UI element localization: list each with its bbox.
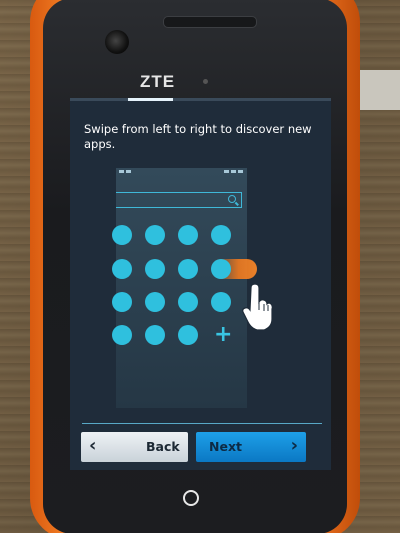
tutorial-instruction: Swipe from left to right to discover new… — [84, 122, 312, 151]
photo-scene: ZTE Swipe from left to right to discover… — [0, 0, 400, 533]
home-screen-illustration: + — [112, 168, 257, 408]
search-icon — [228, 195, 236, 203]
brand-logo: ZTE — [140, 72, 176, 91]
app-icon — [112, 225, 132, 245]
add-app-icon: + — [214, 322, 233, 347]
app-icon — [178, 292, 198, 312]
next-button-label: Next — [209, 439, 242, 454]
pointing-hand-icon — [242, 284, 272, 330]
back-button[interactable]: ‹ Back — [81, 432, 188, 462]
app-icon — [178, 225, 198, 245]
app-icon — [178, 259, 198, 279]
proximity-sensor — [203, 79, 208, 84]
back-button-label: Back — [146, 439, 180, 454]
app-icon — [145, 225, 165, 245]
tutorial-progress-bar — [70, 98, 331, 101]
app-icon — [112, 259, 132, 279]
chevron-right-icon: › — [290, 435, 298, 456]
tutorial-progress-fill — [128, 98, 173, 101]
background-tag — [360, 70, 400, 110]
home-button[interactable] — [183, 490, 199, 506]
app-icon — [178, 325, 198, 345]
app-icon — [145, 325, 165, 345]
app-icon — [211, 259, 231, 279]
chevron-left-icon: ‹ — [89, 435, 97, 456]
app-icon — [211, 292, 231, 312]
app-icon — [145, 292, 165, 312]
button-divider — [82, 423, 322, 424]
app-icon — [112, 325, 132, 345]
front-camera — [105, 30, 129, 54]
app-icon — [211, 225, 231, 245]
phone-screen: Swipe from left to right to discover new… — [70, 98, 331, 470]
app-icon — [145, 259, 165, 279]
app-icon — [112, 292, 132, 312]
next-button[interactable]: Next › — [196, 432, 306, 462]
illustration-status-bar — [116, 168, 247, 176]
illustration-search-bar — [116, 192, 242, 208]
earpiece-speaker — [163, 16, 257, 28]
